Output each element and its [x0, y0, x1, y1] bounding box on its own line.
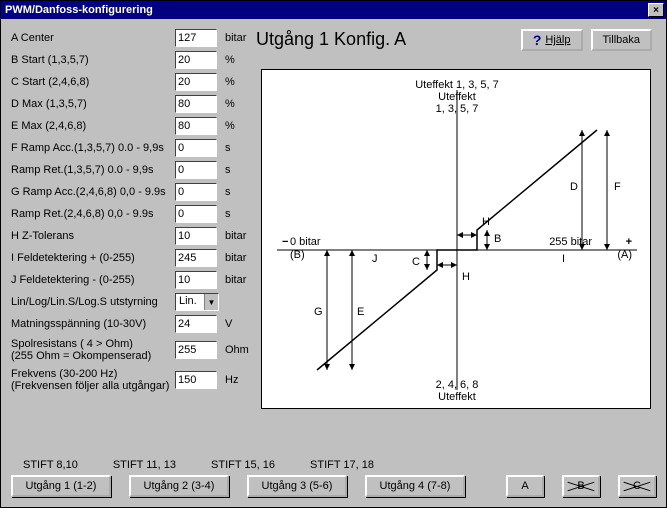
svg-text:D: D — [570, 181, 578, 193]
svg-text:C: C — [412, 256, 420, 268]
svg-text:Uteffekt 1, 3, 5, 7: Uteffekt 1, 3, 5, 7 — [415, 79, 499, 91]
output-2-button[interactable]: Utgång 2 (3-4) — [129, 475, 229, 497]
input-freq[interactable] — [175, 371, 217, 389]
label-curve: Lin/Log/Lin.S/Log.S utstyrning — [11, 296, 171, 308]
label-coil: Spolresistans ( 4 > Ohm) (255 Ohm = Okom… — [11, 338, 171, 362]
back-button[interactable]: Tillbaka — [591, 29, 653, 51]
input-supply[interactable] — [175, 315, 217, 333]
label-d: D Max (1,3,5,7) — [11, 98, 171, 110]
label-h: H Z-Tolerans — [11, 230, 171, 242]
input-f2[interactable] — [175, 161, 217, 179]
input-d[interactable] — [175, 95, 217, 113]
label-f2: Ramp Ret.(1,3,5,7) 0.0 - 9,9s — [11, 164, 171, 176]
input-coil[interactable] — [175, 341, 217, 359]
label-supply: Matningsspänning (10-30V) — [11, 318, 171, 330]
svg-text:(A): (A) — [617, 249, 632, 261]
label-e: E Max (2,4,6,8) — [11, 120, 171, 132]
window-title: PWM/Danfoss-konfigurering — [5, 4, 153, 16]
output-1-button[interactable]: Utgång 1 (1-2) — [11, 475, 111, 497]
curve-dropdown[interactable]: Lin. ▼ — [175, 293, 219, 311]
input-g1[interactable] — [175, 183, 217, 201]
stift-label-2: STIFT 11, 13 — [113, 459, 176, 471]
svg-text:E: E — [357, 306, 364, 318]
svg-text:255 bitar: 255 bitar — [549, 236, 592, 248]
label-b: B Start (1,3,5,7) — [11, 54, 171, 66]
input-a[interactable] — [175, 29, 217, 47]
svg-text:(B): (B) — [290, 249, 305, 261]
svg-text:1, 3, 5, 7: 1, 3, 5, 7 — [436, 103, 479, 115]
svg-text:Uteffekt: Uteffekt — [438, 391, 476, 403]
svg-text:0 bitar: 0 bitar — [290, 236, 321, 248]
svg-text:G: G — [314, 306, 323, 318]
label-c: C Start (2,4,6,8) — [11, 76, 171, 88]
label-a: A Center — [11, 32, 171, 44]
input-b[interactable] — [175, 51, 217, 69]
label-g1: G Ramp Acc.(2,4,6,8) 0,0 - 9.9s — [11, 186, 171, 198]
chevron-down-icon[interactable]: ▼ — [204, 294, 218, 310]
svg-text:2, 4, 6, 8: 2, 4, 6, 8 — [436, 379, 479, 391]
config-b-button[interactable]: B — [562, 475, 600, 497]
transfer-diagram: Uteffekt 1, 3, 5, 7 2, 4, 6, 8 Uteffekt … — [261, 69, 651, 409]
svg-text:J: J — [372, 253, 378, 265]
input-g2[interactable] — [175, 205, 217, 223]
label-i: I Feldetektering + (0-255) — [11, 252, 171, 264]
input-f1[interactable] — [175, 139, 217, 157]
help-icon: ? — [533, 32, 542, 48]
label-g2: Ramp Ret.(2,4,6,8) 0,0 - 9.9s — [11, 208, 171, 220]
input-j[interactable] — [175, 271, 217, 289]
titlebar: PWM/Danfoss-konfigurering × — [1, 1, 666, 19]
stift-label-3: STIFT 15, 16 — [211, 459, 275, 471]
axis-plus-icon: + — [626, 236, 632, 248]
stift-label-1: STIFT 8,10 — [23, 459, 78, 471]
help-button[interactable]: ? Hjälp — [521, 29, 583, 51]
label-f1: F Ramp Acc.(1,3,5,7) 0.0 - 9,9s — [11, 142, 171, 154]
svg-text:H: H — [482, 216, 490, 228]
svg-text:B: B — [494, 233, 501, 245]
config-c-button[interactable]: C — [618, 475, 656, 497]
svg-text:F: F — [614, 181, 621, 193]
close-icon[interactable]: × — [648, 3, 664, 17]
input-c[interactable] — [175, 73, 217, 91]
input-h[interactable] — [175, 227, 217, 245]
input-e[interactable] — [175, 117, 217, 135]
output-3-button[interactable]: Utgång 3 (5-6) — [247, 475, 347, 497]
page-title: Utgång 1 Konfig. A — [256, 29, 406, 50]
label-freq: Frekvens (30-200 Hz) (Frekvensen följer … — [11, 368, 171, 392]
config-a-button[interactable]: A — [506, 475, 544, 497]
input-i[interactable] — [175, 249, 217, 267]
stift-label-4: STIFT 17, 18 — [310, 459, 374, 471]
svg-text:Uteffekt: Uteffekt — [438, 91, 476, 103]
svg-text:H: H — [462, 271, 470, 283]
svg-text:I: I — [562, 253, 565, 265]
output-4-button[interactable]: Utgång 4 (7-8) — [365, 475, 465, 497]
label-j: J Feldetektering - (0-255) — [11, 274, 171, 286]
axis-minus-icon: − — [282, 236, 288, 248]
